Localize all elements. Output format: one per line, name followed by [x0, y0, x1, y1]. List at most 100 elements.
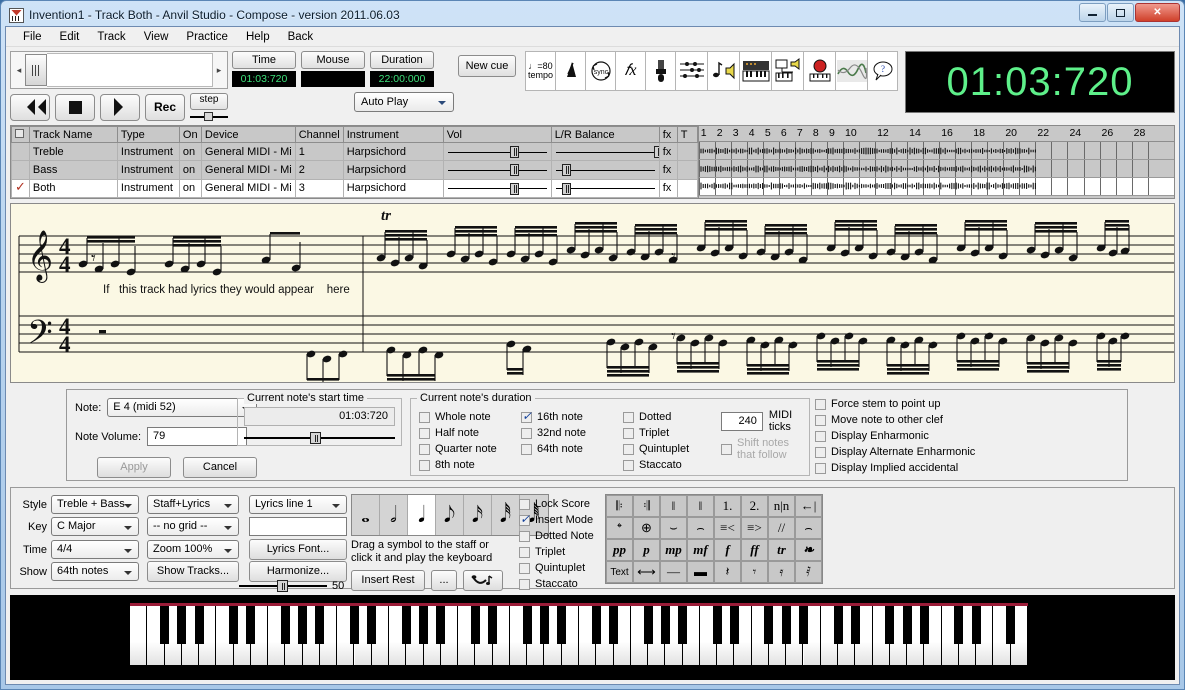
- symbol-19[interactable]: mf: [687, 539, 714, 561]
- symbol-18[interactable]: mp: [660, 539, 687, 561]
- table-row[interactable]: TrebleInstrumentonGeneral MIDI - Mi1Harp…: [12, 143, 698, 161]
- cell-channel[interactable]: 1: [295, 143, 343, 161]
- style-select[interactable]: Treble + Bass: [51, 495, 139, 514]
- overview-lane-bass[interactable]: [699, 160, 1174, 178]
- symbol-22[interactable]: tr: [768, 539, 795, 561]
- time-signature-select[interactable]: 4/4: [51, 540, 139, 559]
- rewind-button[interactable]: [10, 94, 50, 121]
- palette-sixteenth-note[interactable]: 𝅘𝅥𝅯: [464, 495, 492, 535]
- cell-fx[interactable]: fx: [659, 179, 677, 197]
- piano-white-key[interactable]: [130, 606, 147, 665]
- show-select[interactable]: 64th notes: [51, 562, 139, 581]
- cell-track-name[interactable]: Treble: [29, 143, 117, 161]
- insert-rest-options-button[interactable]: ...: [431, 570, 457, 591]
- piano-black-key[interactable]: [436, 606, 445, 644]
- symbol-21[interactable]: ff: [741, 539, 768, 561]
- symbol-28[interactable]: 𝄽: [714, 561, 741, 583]
- piano-black-key[interactable]: [402, 606, 411, 644]
- symbol-17[interactable]: p: [633, 539, 660, 561]
- cell-instrument[interactable]: Harpsichord: [343, 143, 443, 161]
- symbol-30[interactable]: 𝄿: [768, 561, 795, 583]
- symbol-palette[interactable]: 𝄆𝄇‖‖1.2.n|n←|𝄌⊕⌣⌢≡<≡>//⌢pppmpmfffftr❧Tex…: [605, 494, 823, 584]
- piano-black-key[interactable]: [730, 606, 739, 644]
- staff-display-select[interactable]: Staff+Lyrics: [147, 495, 239, 514]
- cell-fx[interactable]: fx: [659, 161, 677, 179]
- duration-16th-note[interactable]: 16th note: [521, 409, 609, 425]
- symbol-10[interactable]: ⌣: [660, 517, 687, 539]
- duration-32nd-note[interactable]: 32nd note: [521, 425, 609, 441]
- piano-black-key[interactable]: [920, 606, 929, 644]
- symbol-7[interactable]: ←|: [795, 495, 822, 517]
- minimize-button[interactable]: [1079, 3, 1106, 22]
- symbol-5[interactable]: 2.: [741, 495, 768, 517]
- piano-black-key[interactable]: [281, 606, 290, 644]
- mixer-icon[interactable]: [675, 51, 708, 91]
- piano-black-key[interactable]: [851, 606, 860, 644]
- mode-staccato[interactable]: Staccato: [519, 576, 605, 592]
- harmonize-slider[interactable]: [239, 580, 327, 592]
- mode-insert-mode[interactable]: Insert Mode: [519, 512, 605, 528]
- restore-button[interactable]: [1107, 3, 1134, 22]
- symbol-3[interactable]: ‖: [687, 495, 714, 517]
- select-all-header[interactable]: [12, 127, 30, 143]
- menu-item-help[interactable]: Help: [237, 29, 279, 45]
- palette-whole-note[interactable]: 𝅝: [352, 495, 380, 535]
- start-time-slider[interactable]: [244, 432, 395, 444]
- col-balance[interactable]: L/R Balance: [551, 127, 659, 143]
- palette-eighth-note[interactable]: 𝅘𝅥𝅮: [436, 495, 464, 535]
- cancel-button[interactable]: Cancel: [183, 457, 257, 478]
- symbol-23[interactable]: ❧: [795, 539, 822, 561]
- piano-black-key[interactable]: [1006, 606, 1015, 644]
- piano-black-key[interactable]: [229, 606, 238, 644]
- piano-black-key[interactable]: [661, 606, 670, 644]
- row-select-checkbox[interactable]: [12, 143, 30, 161]
- cell-type[interactable]: Instrument: [117, 179, 179, 197]
- col-channel[interactable]: Channel: [295, 127, 343, 143]
- col-vol[interactable]: Vol: [443, 127, 551, 143]
- key-select[interactable]: C Major: [51, 517, 139, 536]
- cell-device[interactable]: General MIDI - Mi: [201, 161, 295, 179]
- palette-quarter-note[interactable]: 𝅘𝅥: [408, 495, 436, 535]
- synth-keyboard-icon[interactable]: [739, 51, 772, 91]
- cell-balance-slider[interactable]: [551, 161, 659, 179]
- cell-device[interactable]: General MIDI - Mi: [201, 179, 295, 197]
- scrollbar-thumb[interactable]: [25, 54, 47, 86]
- piano-black-key[interactable]: [523, 606, 532, 644]
- symbol-11[interactable]: ⌢: [687, 517, 714, 539]
- row-select-checkbox[interactable]: [12, 161, 30, 179]
- piano-black-key[interactable]: [609, 606, 618, 644]
- piano-black-key[interactable]: [419, 606, 428, 644]
- step-slider[interactable]: [190, 112, 228, 121]
- duration-triplet[interactable]: Triplet: [623, 425, 715, 441]
- duration-whole-note[interactable]: Whole note: [419, 409, 515, 425]
- col-fx[interactable]: fx: [659, 127, 677, 143]
- menu-item-practice[interactable]: Practice: [177, 29, 237, 45]
- time-label[interactable]: Time: [232, 51, 296, 69]
- menu-item-back[interactable]: Back: [279, 29, 323, 45]
- symbol-8[interactable]: 𝄌: [606, 517, 633, 539]
- duration-label[interactable]: Duration: [370, 51, 434, 69]
- symbol-13[interactable]: ≡>: [741, 517, 768, 539]
- cell-on[interactable]: on: [179, 179, 201, 197]
- overview-lane-treble[interactable]: [699, 142, 1174, 160]
- overview-lane-both[interactable]: [699, 178, 1174, 196]
- cell-channel[interactable]: 3: [295, 179, 343, 197]
- col-track-name[interactable]: Track Name: [29, 127, 117, 143]
- piano-black-key[interactable]: [799, 606, 808, 644]
- piano-black-key[interactable]: [592, 606, 601, 644]
- grid-select[interactable]: -- no grid --: [147, 517, 239, 536]
- piano-black-key[interactable]: [972, 606, 981, 644]
- piano-black-key[interactable]: [834, 606, 843, 644]
- scroll-left-arrow[interactable]: ◂: [13, 65, 25, 76]
- symbol-24[interactable]: Text: [606, 561, 633, 583]
- menu-item-file[interactable]: File: [14, 29, 51, 45]
- piano-black-key[interactable]: [471, 606, 480, 644]
- cell-t[interactable]: [677, 143, 697, 161]
- scrollbar-track[interactable]: [47, 53, 213, 87]
- symbol-29[interactable]: 𝄾: [741, 561, 768, 583]
- piano-black-key[interactable]: [678, 606, 687, 644]
- duration-quintuplet[interactable]: Quintuplet: [623, 441, 715, 457]
- mode-dotted-note[interactable]: Dotted Note: [519, 528, 605, 544]
- menu-item-edit[interactable]: Edit: [51, 29, 89, 45]
- piano-black-key[interactable]: [764, 606, 773, 644]
